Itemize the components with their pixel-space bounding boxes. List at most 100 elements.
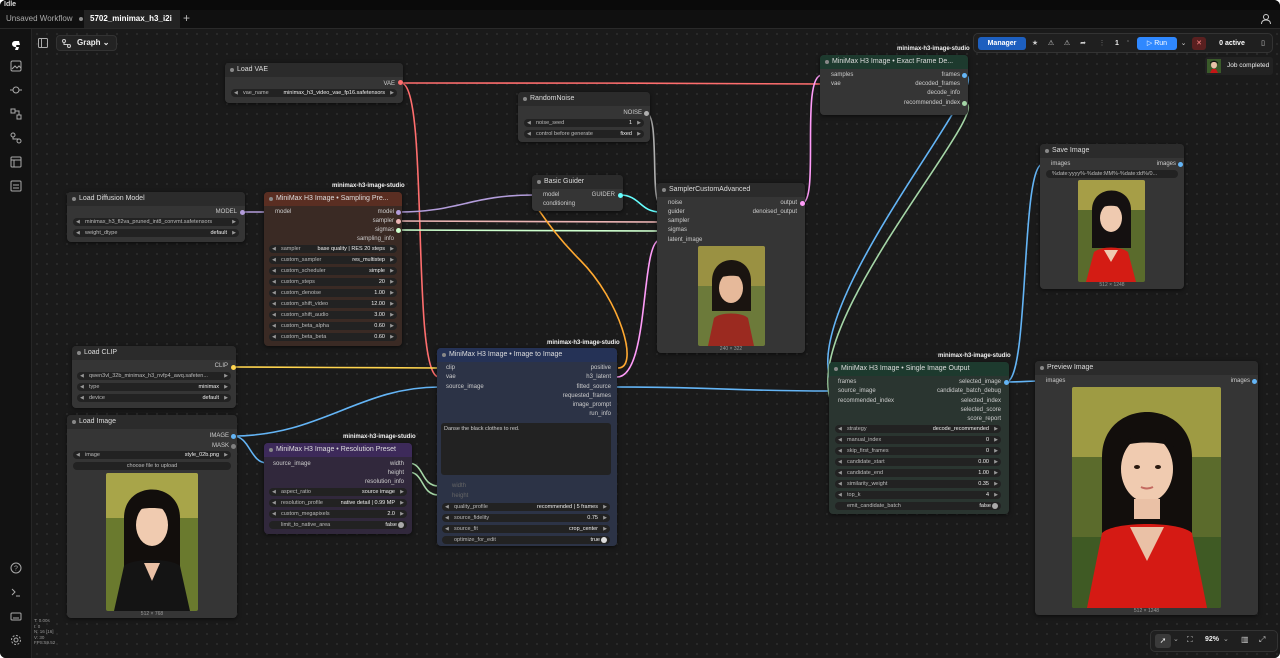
select-tool-icon[interactable]: ➚	[1155, 634, 1171, 648]
quality-profile-select[interactable]: quality_profilerecommended | 5 frames	[442, 503, 610, 511]
templates-icon[interactable]	[10, 156, 22, 168]
run-button[interactable]: ▷ Run	[1137, 37, 1177, 50]
node-preview-image[interactable]: Preview Image images images 512 × 1248	[1035, 361, 1258, 615]
sidebar-toggle-icon[interactable]: ▯	[1257, 37, 1269, 50]
nodes-library-icon[interactable]	[10, 108, 22, 120]
top-k-input[interactable]: top_k4	[835, 491, 1001, 499]
model-pin[interactable]	[240, 210, 245, 215]
clip-name-select[interactable]: qwen3vl_32b_minimax_h3_nvfp4_awq.safeten…	[77, 372, 231, 380]
warning-icon[interactable]: ⚠	[1044, 37, 1058, 50]
node-image-to-image[interactable]: MiniMax H3 Image • Image to Image clip v…	[437, 348, 617, 546]
guider-pin[interactable]	[618, 193, 623, 198]
custom-beta-alpha-input[interactable]: custom_beta_alpha0.60	[269, 322, 397, 330]
custom-beta-beta-input[interactable]: custom_beta_beta0.60	[269, 333, 397, 341]
prompt-textarea[interactable]: Danse the black clothes to red.	[441, 423, 611, 475]
sigmas-pin[interactable]	[396, 228, 401, 233]
node-load-image[interactable]: Load Image IMAGE MASK imagestyle_02b.png…	[67, 415, 237, 618]
unet-name-select[interactable]: minimax_h3_fl2va_pruned_int8_convmt.safe…	[73, 218, 239, 226]
emit-candidate-batch-toggle[interactable]: emit_candidate_batch false	[835, 502, 1001, 510]
models-icon[interactable]	[10, 84, 22, 96]
panel-toggle-icon[interactable]	[38, 38, 48, 48]
graph-menu-button[interactable]: Graph ⌄	[56, 35, 117, 51]
active-count[interactable]: 0 active	[1212, 37, 1252, 50]
workflows-icon[interactable]	[10, 132, 22, 144]
weight-dtype-select[interactable]: weight_dtypedefault	[73, 229, 239, 237]
queue-stepper[interactable]: ⌃	[1124, 37, 1132, 50]
save-output-pin[interactable]	[1178, 162, 1183, 167]
queue-count[interactable]: 1	[1110, 37, 1124, 50]
selected-image-pin[interactable]	[1004, 380, 1009, 385]
clip-device-select[interactable]: devicedefault	[77, 394, 231, 402]
noise-pin[interactable]	[644, 111, 649, 116]
filename-prefix-input[interactable]: %date:yyyy%-%date:MM%-%date:dd%/0...	[1046, 170, 1178, 178]
clip-type-select[interactable]: typeminimax	[77, 383, 231, 391]
limit-native-area-toggle[interactable]: limit_to_native_area false	[269, 521, 407, 529]
keyboard-icon[interactable]	[10, 610, 22, 622]
sampler-select[interactable]: samplerbase quality | RES 20 steps	[269, 245, 397, 253]
custom-sampler-select[interactable]: custom_samplerres_multistep	[269, 256, 397, 264]
custom-steps-input[interactable]: custom_steps20	[269, 278, 397, 286]
preview-output-pin[interactable]	[1252, 379, 1257, 384]
drag-handle-icon[interactable]: ⋮	[1098, 37, 1106, 50]
node-load-vae[interactable]: Load VAE VAE vae_nameminimax_h3_video_va…	[225, 63, 403, 103]
link-visibility-icon[interactable]: ⤢	[1259, 635, 1265, 645]
user-icon[interactable]	[1260, 13, 1272, 25]
image-select[interactable]: imagestyle_02b.png	[73, 451, 231, 459]
fit-view-icon[interactable]: ⛶	[1187, 635, 1193, 645]
similarity-weight-input[interactable]: similarity_weight0.35	[835, 480, 1001, 488]
images-icon[interactable]	[10, 60, 22, 72]
tab-unsaved-workflow[interactable]: Unsaved Workflow	[0, 10, 84, 28]
upload-button[interactable]: choose file to upload	[73, 462, 231, 470]
sampling-model-pin[interactable]	[396, 210, 401, 215]
source-fit-select[interactable]: source_fitcrop_center	[442, 525, 610, 533]
source-fidelity-input[interactable]: source_fidelity0.75	[442, 514, 610, 522]
custom-megapixels-input[interactable]: custom_megapixels2.0	[269, 510, 407, 518]
queue-icon[interactable]	[10, 180, 22, 192]
comfy-logo-icon[interactable]	[10, 39, 22, 51]
job-status[interactable]: Job completed	[1205, 57, 1273, 75]
settings-gear-icon[interactable]	[10, 634, 22, 646]
recommended-index-pin[interactable]	[962, 101, 967, 106]
node-save-image[interactable]: Save Image images images %date:yyyy%-%da…	[1040, 144, 1184, 289]
candidate-start-input[interactable]: candidate_start0.00	[835, 458, 1001, 466]
zoom-dropdown-icon[interactable]: ⌄	[1223, 635, 1229, 643]
mask-pin[interactable]	[231, 444, 236, 449]
custom-denoise-input[interactable]: custom_denoise1.00	[269, 289, 397, 297]
help-icon[interactable]: ?	[10, 562, 22, 574]
tool-dropdown-icon[interactable]: ⌄	[1173, 635, 1179, 643]
custom-scheduler-select[interactable]: custom_schedulersimple	[269, 267, 397, 275]
node-load-diffusion-model[interactable]: Load Diffusion Model MODEL minimax_h3_fl…	[67, 192, 245, 242]
clip-pin[interactable]	[231, 365, 236, 370]
vae-name-select[interactable]: vae_nameminimax_h3_video_vae_fp16.safete…	[231, 89, 397, 97]
node-single-image-output[interactable]: MiniMax H3 Image • Single Image Output f…	[829, 362, 1009, 514]
node-sampler-custom-advanced[interactable]: SamplerCustomAdvanced noise guider sampl…	[657, 183, 805, 353]
custom-shift-audio-input[interactable]: custom_shift_audio3.00	[269, 311, 397, 319]
skip-first-frames-input[interactable]: skip_first_frames0	[835, 447, 1001, 455]
noise-seed-input[interactable]: noise_seed1	[524, 119, 644, 127]
share-icon[interactable]: ➦	[1076, 37, 1090, 50]
tab-workflow-active[interactable]: 5702_minimax_h3_i2i	[84, 10, 180, 39]
node-sampling-preset[interactable]: MiniMax H3 Image • Sampling Pre... model…	[264, 192, 402, 346]
run-dropdown-icon[interactable]: ⌄	[1179, 37, 1188, 50]
optimize-for-edit-toggle[interactable]: optimize_for_edit true	[442, 536, 610, 544]
candidate-end-input[interactable]: candidate_end1.00	[835, 469, 1001, 477]
node-random-noise[interactable]: RandomNoise NOISE noise_seed1 control be…	[518, 92, 650, 142]
alert-icon[interactable]: ⚠	[1060, 37, 1074, 50]
vae-output-pin[interactable]	[398, 80, 403, 85]
node-basic-guider[interactable]: Basic Guider model conditioning GUIDER	[532, 175, 623, 211]
new-tab-button[interactable]: +	[183, 11, 190, 25]
node-load-clip[interactable]: Load CLIP CLIP qwen3vl_32b_minimax_h3_nv…	[72, 346, 236, 408]
cancel-button[interactable]: ✕	[1192, 37, 1206, 50]
node-resolution-preset[interactable]: MiniMax H3 Image • Resolution Preset sou…	[264, 443, 412, 534]
control-select[interactable]: control before generatefixed	[524, 130, 644, 138]
manager-button[interactable]: Manager	[978, 37, 1026, 50]
star-icon[interactable]: ★	[1028, 37, 1042, 50]
manual-index-input[interactable]: manual_index0	[835, 436, 1001, 444]
terminal-icon[interactable]	[10, 586, 22, 598]
output-latent-pin[interactable]	[800, 201, 805, 206]
resolution-profile-select[interactable]: resolution_profilenative detail | 0.99 M…	[269, 499, 407, 507]
sampler-pin[interactable]	[396, 219, 401, 224]
minimap-icon[interactable]: ▥	[1241, 635, 1249, 644]
node-exact-frame-decode[interactable]: MiniMax H3 Image • Exact Frame De... sam…	[820, 55, 968, 115]
aspect-ratio-select[interactable]: aspect_ratiosource image	[269, 488, 407, 496]
